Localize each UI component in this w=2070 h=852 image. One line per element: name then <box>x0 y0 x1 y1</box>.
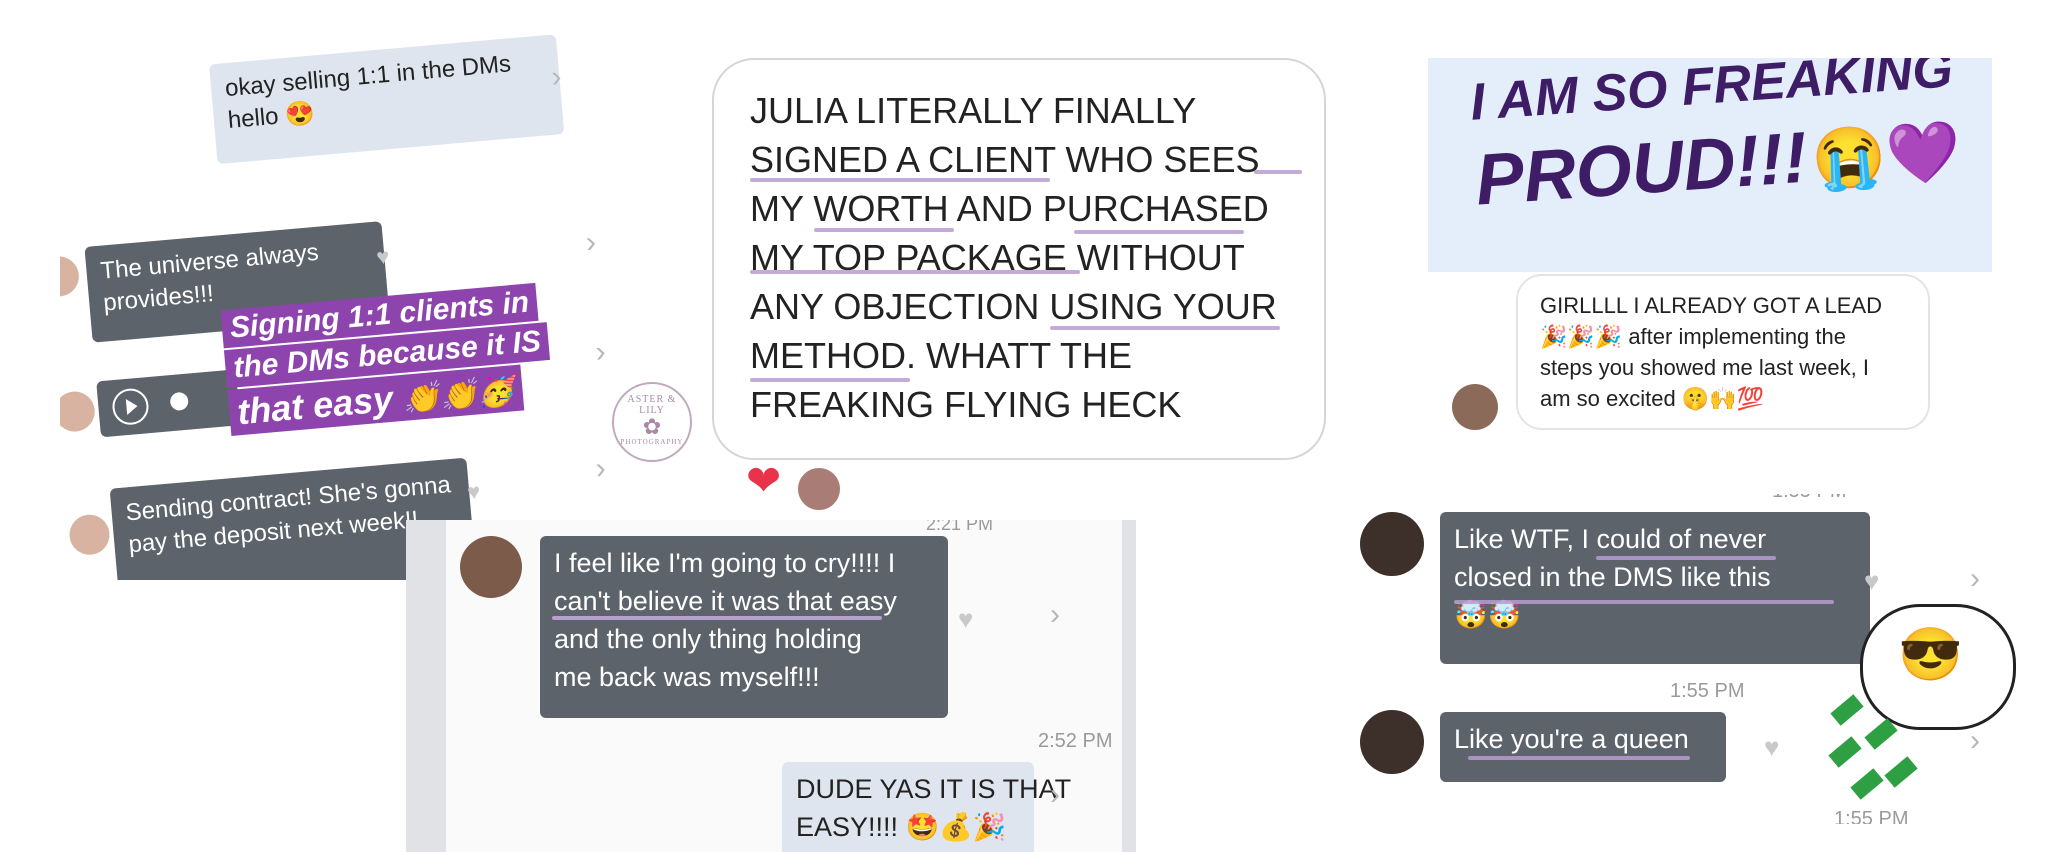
photography-watermark: ASTER & LILY ✿ PHOTOGRAPHY <box>612 382 692 462</box>
heart-reaction-icon[interactable]: ❤ <box>746 460 781 502</box>
audio-message[interactable] <box>96 369 241 438</box>
quote-line: SIGNED A CLIENT WHO SEES <box>750 139 1260 180</box>
quote-line: METHOD. WHATT THE <box>750 335 1132 376</box>
highlight-underline <box>750 178 1050 182</box>
chat-panel-bottom-right: 1:55 PM Like WTF, I could of never close… <box>1346 494 2026 824</box>
incoming-message: Like WTF, I could of never closed in the… <box>1440 512 1870 664</box>
avatar <box>67 513 112 557</box>
incoming-message: I feel like I'm going to cry!!!! I can't… <box>540 536 948 718</box>
celebration-emoji: 🤩💰🎉 <box>905 812 1007 842</box>
outgoing-message: okay selling 1:1 in the DMs hello 😍 <box>208 34 565 165</box>
audio-scrubber[interactable] <box>169 391 189 412</box>
message-text: okay selling 1:1 in the DMs hello <box>223 50 513 135</box>
highlight-underline <box>1074 230 1244 234</box>
chevron-right-icon[interactable]: › <box>1050 598 1060 632</box>
highlight-underline <box>1596 556 1776 560</box>
heart-icon[interactable]: ♥ <box>375 244 390 271</box>
quote-bubble: JULIA LITERALLY FINALLY SIGNED A CLIENT … <box>712 58 1326 460</box>
party-emoji: 🎉🎉🎉 <box>1540 324 1623 349</box>
clapping-emoji: 👏👏🥳 <box>401 374 517 417</box>
play-icon[interactable] <box>110 387 150 427</box>
incoming-message: GIRLLLL I ALREADY GOT A LEAD 🎉🎉🎉 after i… <box>1516 274 1930 430</box>
highlight-underline <box>750 378 910 382</box>
highlight-underline <box>552 616 882 620</box>
avatar <box>1360 710 1424 774</box>
timestamp: 1:55 PM <box>1772 494 1846 503</box>
avatar <box>1360 512 1424 576</box>
heart-icon[interactable]: ♥ <box>958 604 973 635</box>
dm-panel-top-right: GIRLLLL I ALREADY GOT A LEAD 🎉🎉🎉 after i… <box>1428 272 1992 434</box>
heart-icon[interactable]: ♥ <box>1764 732 1779 763</box>
quote-line: ANY OBJECTION USING YOUR <box>750 286 1277 327</box>
chevron-right-icon[interactable]: › <box>1050 778 1060 812</box>
timestamp: 2:52 PM <box>1038 730 1113 752</box>
crying-heart-emoji: 😭💜 <box>1809 116 1964 195</box>
reactor-avatar <box>796 466 842 512</box>
outgoing-message: DUDE YAS IT IS THAT EASY!!!! 🤩💰🎉 <box>782 762 1071 852</box>
highlight-underline <box>750 270 1080 274</box>
timestamp: 2:21 PM <box>926 520 994 534</box>
chevron-right-icon[interactable]: › <box>1970 562 1980 596</box>
highlight-underline <box>814 228 954 232</box>
highlight-underline <box>1050 326 1280 330</box>
headline-panel: I AM SO FREAKING PROUD!!! 😭💜 <box>1428 58 1992 272</box>
incoming-message: Like you're a queen <box>1440 712 1726 782</box>
sticker-line: that easy <box>235 377 395 433</box>
quote-line: JULIA LITERALLY FINALLY <box>750 90 1197 131</box>
excited-emoji: 🤫🙌💯 <box>1681 386 1765 411</box>
chevron-right-icon[interactable]: › <box>594 452 607 487</box>
highlight-underline <box>1468 756 1690 760</box>
money-stack-icon <box>1826 684 1946 804</box>
timestamp: 1:55 PM <box>1834 808 1909 824</box>
avatar <box>60 254 81 299</box>
chat-panel-top-left: okay selling 1:1 in the DMs hello 😍 › Th… <box>60 20 620 580</box>
avatar <box>460 536 522 598</box>
chevron-right-icon[interactable]: › <box>594 335 607 370</box>
chevron-right-icon[interactable]: › <box>550 60 563 95</box>
chat-panel-bottom-middle: 2:21 PM I feel like I'm going to cry!!!!… <box>406 520 1136 852</box>
highlight-underline <box>1454 600 1834 604</box>
highlight-underline <box>1254 170 1302 174</box>
heart-eyes-emoji: 😍 <box>283 99 317 130</box>
quote-line: MY WORTH AND PURCHASED <box>750 188 1269 229</box>
quote-line: MY TOP PACKAGE WITHOUT <box>750 237 1245 278</box>
timestamp: 1:55 PM <box>1670 680 1745 702</box>
chevron-right-icon[interactable]: › <box>585 226 598 261</box>
avatar <box>60 389 97 434</box>
avatar <box>1452 384 1498 430</box>
quote-line: FREAKING FLYING HECK <box>750 384 1182 425</box>
heart-icon[interactable]: ♥ <box>466 479 481 506</box>
heart-icon[interactable]: ♥ <box>1864 566 1879 597</box>
